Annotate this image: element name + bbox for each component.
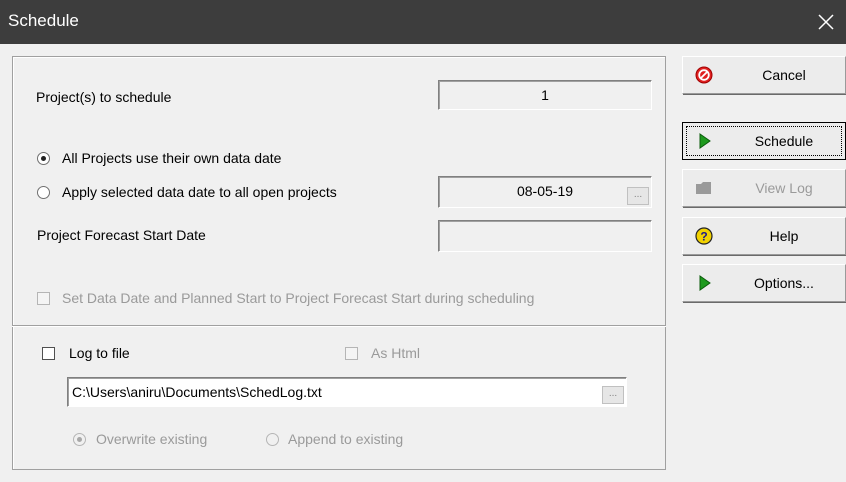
view-log-label: View Log xyxy=(755,180,813,196)
question-icon: ? xyxy=(695,227,713,245)
view-log-button[interactable]: View Log xyxy=(682,169,846,207)
append-existing-label: Append to existing xyxy=(288,431,404,447)
projects-count-field: 1 xyxy=(438,80,652,110)
close-button[interactable] xyxy=(806,0,846,44)
set-data-date-checkbox[interactable] xyxy=(37,292,50,305)
folder-icon xyxy=(696,182,711,194)
data-date-picker-button[interactable]: ... xyxy=(627,187,649,205)
panel-divider xyxy=(12,325,666,327)
overwrite-existing-radio[interactable] xyxy=(73,433,86,446)
apply-data-date-radio[interactable] xyxy=(37,186,50,199)
overwrite-existing-label: Overwrite existing xyxy=(96,431,208,447)
append-existing-radio[interactable] xyxy=(266,433,279,446)
log-to-file-checkbox[interactable] xyxy=(42,347,55,360)
help-label: Help xyxy=(769,228,799,244)
cancel-button[interactable]: Cancel xyxy=(682,56,846,94)
log-to-file-label: Log to file xyxy=(69,345,130,361)
help-button[interactable]: ? Help xyxy=(682,217,846,255)
play-icon xyxy=(699,133,711,149)
data-date-value: 08-05-19 xyxy=(516,183,574,199)
set-data-date-label: Set Data Date and Planned Start to Proje… xyxy=(62,290,535,306)
options-label: Options... xyxy=(754,275,814,291)
title-bar: Schedule xyxy=(0,0,846,44)
log-path-value: C:\Users\aniru\Documents\SchedLog.txt xyxy=(72,384,322,400)
projects-to-schedule-label: Project(s) to schedule xyxy=(36,89,172,105)
log-path-input[interactable]: C:\Users\aniru\Documents\SchedLog.txt ..… xyxy=(67,377,627,407)
as-html-label: As Html xyxy=(371,345,420,361)
apply-data-date-label: Apply selected data date to all open pro… xyxy=(62,184,337,200)
log-path-browse-button[interactable]: ... xyxy=(602,386,624,404)
schedule-button[interactable]: Schedule xyxy=(682,122,846,160)
own-data-date-radio[interactable] xyxy=(37,152,50,165)
schedule-label: Schedule xyxy=(754,133,814,149)
forecast-start-label: Project Forecast Start Date xyxy=(37,227,206,243)
options-button[interactable]: Options... xyxy=(682,264,846,302)
window-title: Schedule xyxy=(8,11,79,30)
svg-text:?: ? xyxy=(700,230,707,244)
as-html-checkbox[interactable] xyxy=(345,347,358,360)
own-data-date-label: All Projects use their own data date xyxy=(62,150,282,166)
play-icon xyxy=(699,275,711,291)
cancel-label: Cancel xyxy=(762,67,806,83)
forecast-start-field[interactable] xyxy=(438,220,652,252)
schedule-options-panel xyxy=(12,56,666,470)
no-entry-icon xyxy=(695,66,713,84)
close-icon xyxy=(818,14,834,30)
data-date-field[interactable]: 08-05-19 ... xyxy=(438,176,652,208)
